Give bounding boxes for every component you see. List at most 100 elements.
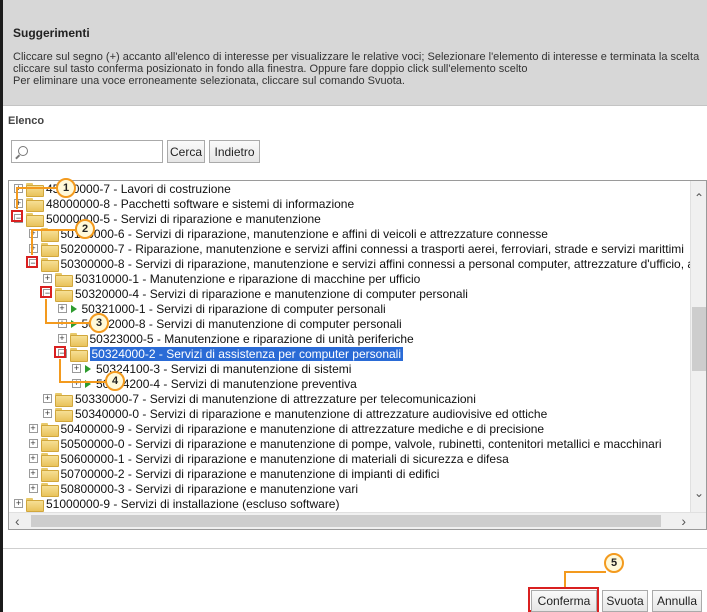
expand-icon[interactable]: + xyxy=(28,454,38,463)
vertical-scrollbar[interactable]: ⌃ ⌄ xyxy=(690,181,706,513)
tree-node-label[interactable]: 50321000-1 - Servizi di riparazione di c… xyxy=(82,302,386,316)
tree-node-label[interactable]: 50330000-7 - Servizi di manutenzione di … xyxy=(75,392,476,406)
tree-node-label[interactable]: 50800000-3 - Servizi di riparazione e ma… xyxy=(61,482,359,496)
callout-badge-4: 4 xyxy=(105,371,125,391)
tree-node-label[interactable]: 50600000-1 - Servizi di riparazione e ma… xyxy=(61,452,509,466)
instruction-line-3: Per eliminare una voce erroneamente sele… xyxy=(13,75,405,87)
tree-node-label[interactable]: 50200000-7 - Riparazione, manutenzione e… xyxy=(61,242,684,256)
tree-node-label[interactable]: 50100000-6 - Servizi di riparazione, man… xyxy=(61,227,548,241)
leaf-arrow-icon xyxy=(70,319,78,329)
scroll-down-icon[interactable]: ⌄ xyxy=(694,486,704,500)
tree-node[interactable]: +50100000-6 - Servizi di riparazione, ma… xyxy=(28,226,548,242)
tree-node-label[interactable]: 50310000-1 - Manutenzione e riparazione … xyxy=(75,272,420,286)
callout-badge-5: 5 xyxy=(604,553,624,573)
tree-node-label[interactable]: 50400000-9 - Servizi di riparazione e ma… xyxy=(61,422,545,436)
expand-icon[interactable]: + xyxy=(72,379,81,388)
expand-icon[interactable]: + xyxy=(57,319,67,328)
tree-node[interactable]: +50321000-1 - Servizi di riparazione di … xyxy=(57,301,386,316)
collapse-icon[interactable]: − xyxy=(43,289,52,298)
tree-node-label[interactable]: 50323000-5 - Manutenzione e riparazione … xyxy=(90,332,414,346)
tree-node-label[interactable]: 51000000-9 - Servizi di installazione (e… xyxy=(46,497,339,511)
tree-node[interactable]: +50322000-8 - Servizi di manutenzione di… xyxy=(57,316,402,331)
tree-node[interactable]: +50700000-2 - Servizi di riparazione e m… xyxy=(28,466,440,482)
back-button[interactable]: Indietro xyxy=(209,140,260,163)
tree-node[interactable]: +50600000-1 - Servizi di riparazione e m… xyxy=(28,451,509,467)
leaf-arrow-icon xyxy=(70,304,78,314)
tree-view[interactable]: +45000000-7 - Lavori di costruzione +4800… xyxy=(8,180,707,530)
clear-button[interactable]: Svuota xyxy=(602,590,648,612)
tree-node-label[interactable]: 50300000-8 - Servizi di riparazione, man… xyxy=(61,257,692,271)
expand-icon[interactable]: + xyxy=(57,304,67,313)
search-button[interactable]: Cerca xyxy=(167,140,205,163)
tree-node[interactable]: +50400000-9 - Servizi di riparazione e m… xyxy=(28,421,545,437)
scroll-left-icon[interactable]: ‹ xyxy=(15,513,20,529)
expand-icon[interactable]: + xyxy=(14,499,23,508)
folder-icon xyxy=(40,257,59,272)
scroll-up-icon[interactable]: ⌃ xyxy=(694,191,704,205)
expand-icon[interactable]: + xyxy=(28,424,38,433)
expand-icon[interactable]: + xyxy=(57,334,67,343)
tree-node-label[interactable]: 50700000-2 - Servizi di riparazione e ma… xyxy=(61,467,440,481)
tree-node[interactable]: +51000000-9 - Servizi di installazione (… xyxy=(14,496,339,512)
search-input[interactable] xyxy=(12,141,162,162)
folder-icon xyxy=(40,452,59,467)
expand-icon[interactable]: + xyxy=(28,439,38,448)
callout-badge-3: 3 xyxy=(89,313,109,333)
folder-icon xyxy=(69,332,88,347)
tree-node[interactable]: − 50320000-4 - Servizi di riparazione e m… xyxy=(43,286,468,302)
tree-node[interactable]: +50323000-5 - Manutenzione e riparazione… xyxy=(57,331,414,347)
instruction-line-1: Cliccare sul segno (+) accanto all'elenc… xyxy=(13,51,700,63)
horizontal-scroll-thumb[interactable] xyxy=(31,515,661,527)
tree-node-label[interactable]: 48000000-8 - Pacchetti software e sistem… xyxy=(46,197,354,211)
vertical-scroll-thumb[interactable] xyxy=(692,307,706,371)
scroll-right-icon[interactable]: › xyxy=(681,513,686,529)
expand-icon[interactable]: + xyxy=(28,244,38,253)
expand-icon[interactable]: + xyxy=(43,394,52,403)
folder-icon xyxy=(55,272,73,287)
tree-node-label[interactable]: 50320000-4 - Servizi di riparazione e ma… xyxy=(75,287,468,301)
folder-icon xyxy=(26,182,44,197)
folder-icon xyxy=(26,212,44,227)
collapse-icon[interactable]: − xyxy=(57,349,67,358)
expand-icon[interactable]: + xyxy=(72,364,81,373)
tree-node[interactable]: +50200000-7 - Riparazione, manutenzione … xyxy=(28,241,684,257)
tree-node[interactable]: +50500000-0 - Servizi di riparazione e m… xyxy=(28,436,662,452)
expand-icon[interactable]: + xyxy=(14,184,23,193)
tree-node-label[interactable]: 50340000-0 - Servizi di riparazione e ma… xyxy=(75,407,547,421)
callout-badge-2: 2 xyxy=(75,219,95,239)
search-field[interactable] xyxy=(11,140,163,163)
tree-node[interactable]: +50340000-0 - Servizi di riparazione e m… xyxy=(43,406,547,422)
tree-node[interactable]: −50000000-5 - Servizi di riparazione e m… xyxy=(14,211,321,227)
tree-node[interactable]: +50310000-1 - Manutenzione e riparazione… xyxy=(43,271,420,287)
tree-node-label[interactable]: 50500000-0 - Servizi di riparazione e ma… xyxy=(61,437,662,451)
tree-node-label[interactable]: 50322000-8 - Servizi di manutenzione di … xyxy=(82,317,402,331)
tree-node-label[interactable]: 50324100-3 - Servizi di manutenzione di … xyxy=(96,362,351,376)
folder-icon xyxy=(69,347,88,362)
tree-node-label[interactable]: 50324000-2 - Servizi di assistenza per c… xyxy=(89,346,403,361)
confirm-button[interactable]: Conferma xyxy=(531,590,597,612)
tree-node[interactable]: − 50300000-8 - Servizi di riparazione, ma… xyxy=(28,256,692,272)
collapse-icon[interactable]: − xyxy=(28,259,38,268)
folder-icon xyxy=(40,227,59,242)
collapse-icon[interactable]: − xyxy=(14,214,23,223)
tree-node[interactable]: +48000000-8 - Pacchetti software e siste… xyxy=(14,196,354,212)
horizontal-scrollbar[interactable]: ‹ › xyxy=(9,512,706,529)
folder-icon xyxy=(40,437,59,452)
folder-icon xyxy=(40,242,59,257)
expand-icon[interactable]: + xyxy=(28,484,38,493)
folder-icon xyxy=(26,497,44,512)
callout-line-5b xyxy=(564,571,606,573)
tree-node[interactable]: +50330000-7 - Servizi di manutenzione di… xyxy=(43,391,476,407)
cancel-button[interactable]: Annulla xyxy=(652,590,702,612)
expand-icon[interactable]: + xyxy=(43,409,52,418)
tree-node[interactable]: +45000000-7 - Lavori di costruzione xyxy=(14,181,231,197)
expand-icon[interactable]: + xyxy=(14,199,23,208)
tree-node[interactable]: +50800000-3 - Servizi di riparazione e m… xyxy=(28,481,359,497)
expand-icon[interactable]: + xyxy=(28,229,38,238)
tree-node-label[interactable]: 50324200-4 - Servizi di manutenzione pre… xyxy=(96,377,357,391)
expand-icon[interactable]: + xyxy=(43,274,52,283)
expand-icon[interactable]: + xyxy=(28,469,38,478)
tree-node[interactable]: − 50324000-2 - Servizi di assistenza per … xyxy=(57,346,403,362)
instruction-line-2: cliccare sul tasto conferma posizionato … xyxy=(13,63,528,75)
callout-badge-1: 1 xyxy=(56,178,76,198)
